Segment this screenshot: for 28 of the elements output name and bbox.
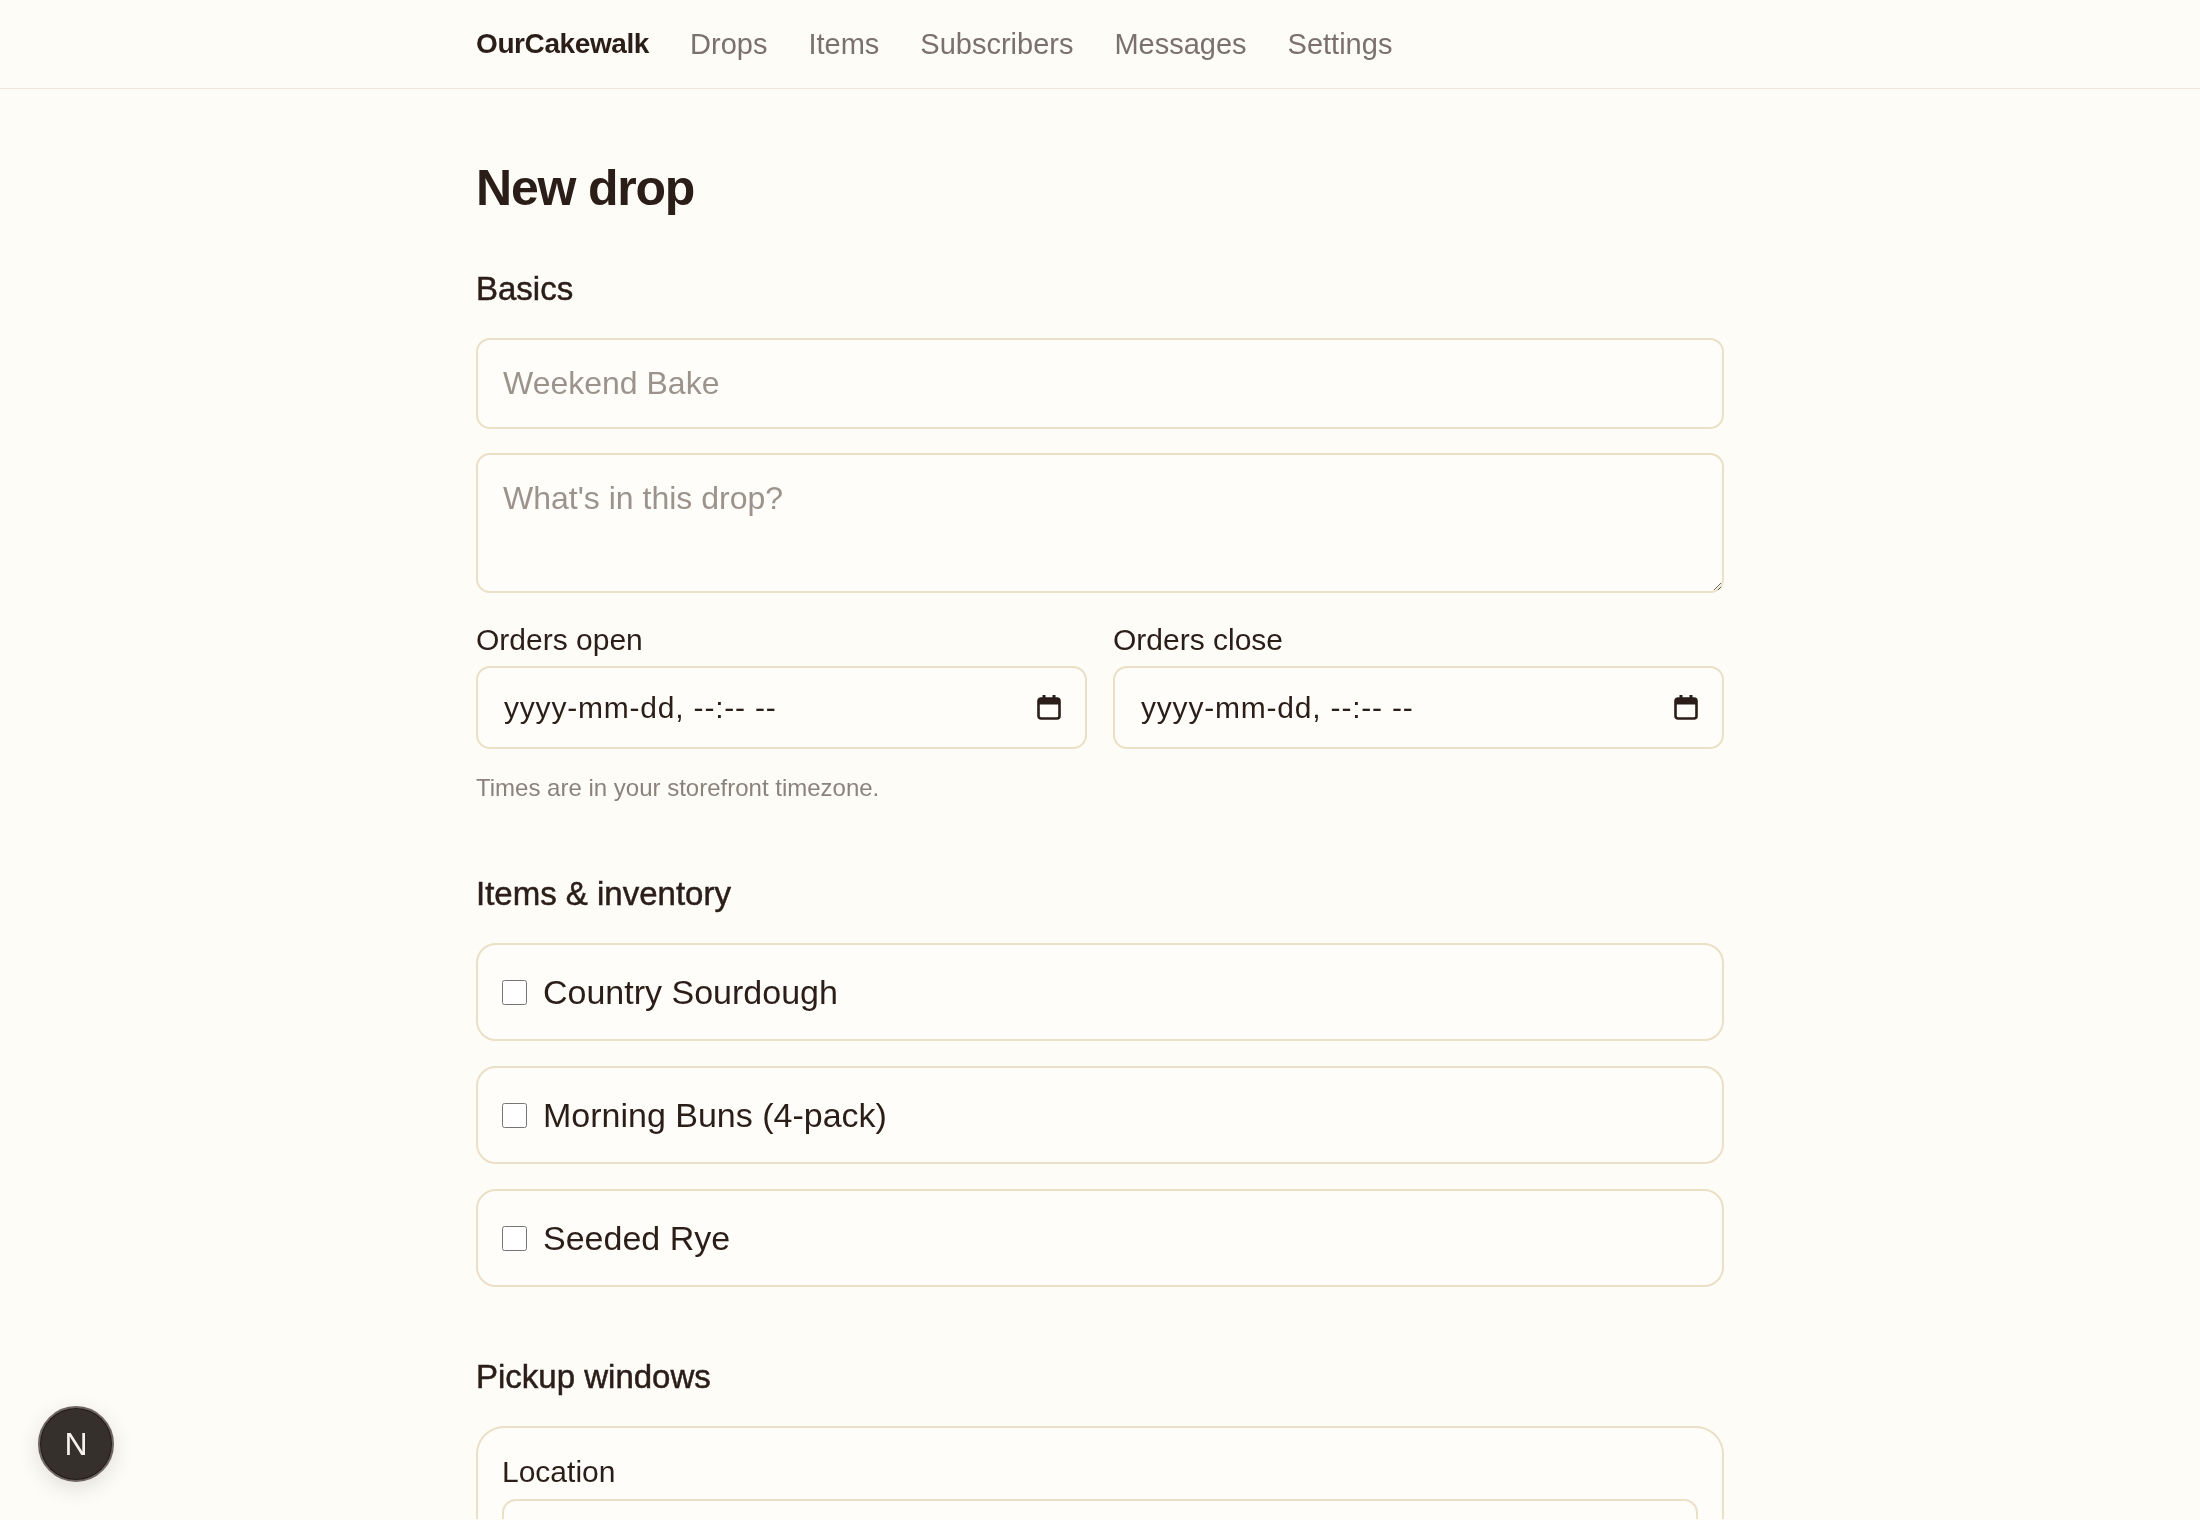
- item-name: Morning Buns (4-pack): [543, 1095, 887, 1135]
- name-field[interactable]: Weekend Bake: [476, 338, 1724, 429]
- item-checkbox[interactable]: [502, 1225, 527, 1251]
- item-checkbox[interactable]: [502, 979, 527, 1005]
- nav-link[interactable]: Items: [808, 26, 880, 62]
- item-checkbox[interactable]: [502, 1102, 527, 1128]
- nav-link[interactable]: Subscribers: [920, 26, 1074, 62]
- nav-link[interactable]: Messages: [1114, 26, 1247, 62]
- nav-link[interactable]: Settings: [1287, 26, 1393, 62]
- nav-link[interactable]: Drops: [690, 26, 768, 62]
- brand-link[interactable]: OurCakewalk: [476, 26, 650, 62]
- field-label: Location: [502, 1454, 616, 1490]
- item-name: Country Sourdough: [543, 972, 838, 1012]
- calendar-icon[interactable]: [1674, 695, 1698, 720]
- dev-tools-button[interactable]: N: [38, 1406, 114, 1482]
- field-label: Orders close: [1113, 622, 1284, 658]
- hint-text: Times are in your storefront timezone.: [476, 773, 880, 803]
- section-heading: Items & inventory: [476, 874, 731, 914]
- calendar-icon[interactable]: [1037, 695, 1061, 720]
- page-title: New drop: [476, 159, 695, 218]
- date-time-field[interactable]: yyyy-mm-dd, --:-- --: [1113, 666, 1724, 749]
- field-label: Orders open: [476, 622, 643, 658]
- location-field[interactable]: [502, 1499, 1698, 1519]
- section-heading: Pickup windows: [476, 1357, 711, 1397]
- section-heading: Basics: [476, 269, 574, 309]
- item-name: Seeded Rye: [543, 1218, 731, 1258]
- description-field[interactable]: What's in this drop?: [476, 453, 1724, 593]
- date-time-field[interactable]: yyyy-mm-dd, --:-- --: [476, 666, 1087, 749]
